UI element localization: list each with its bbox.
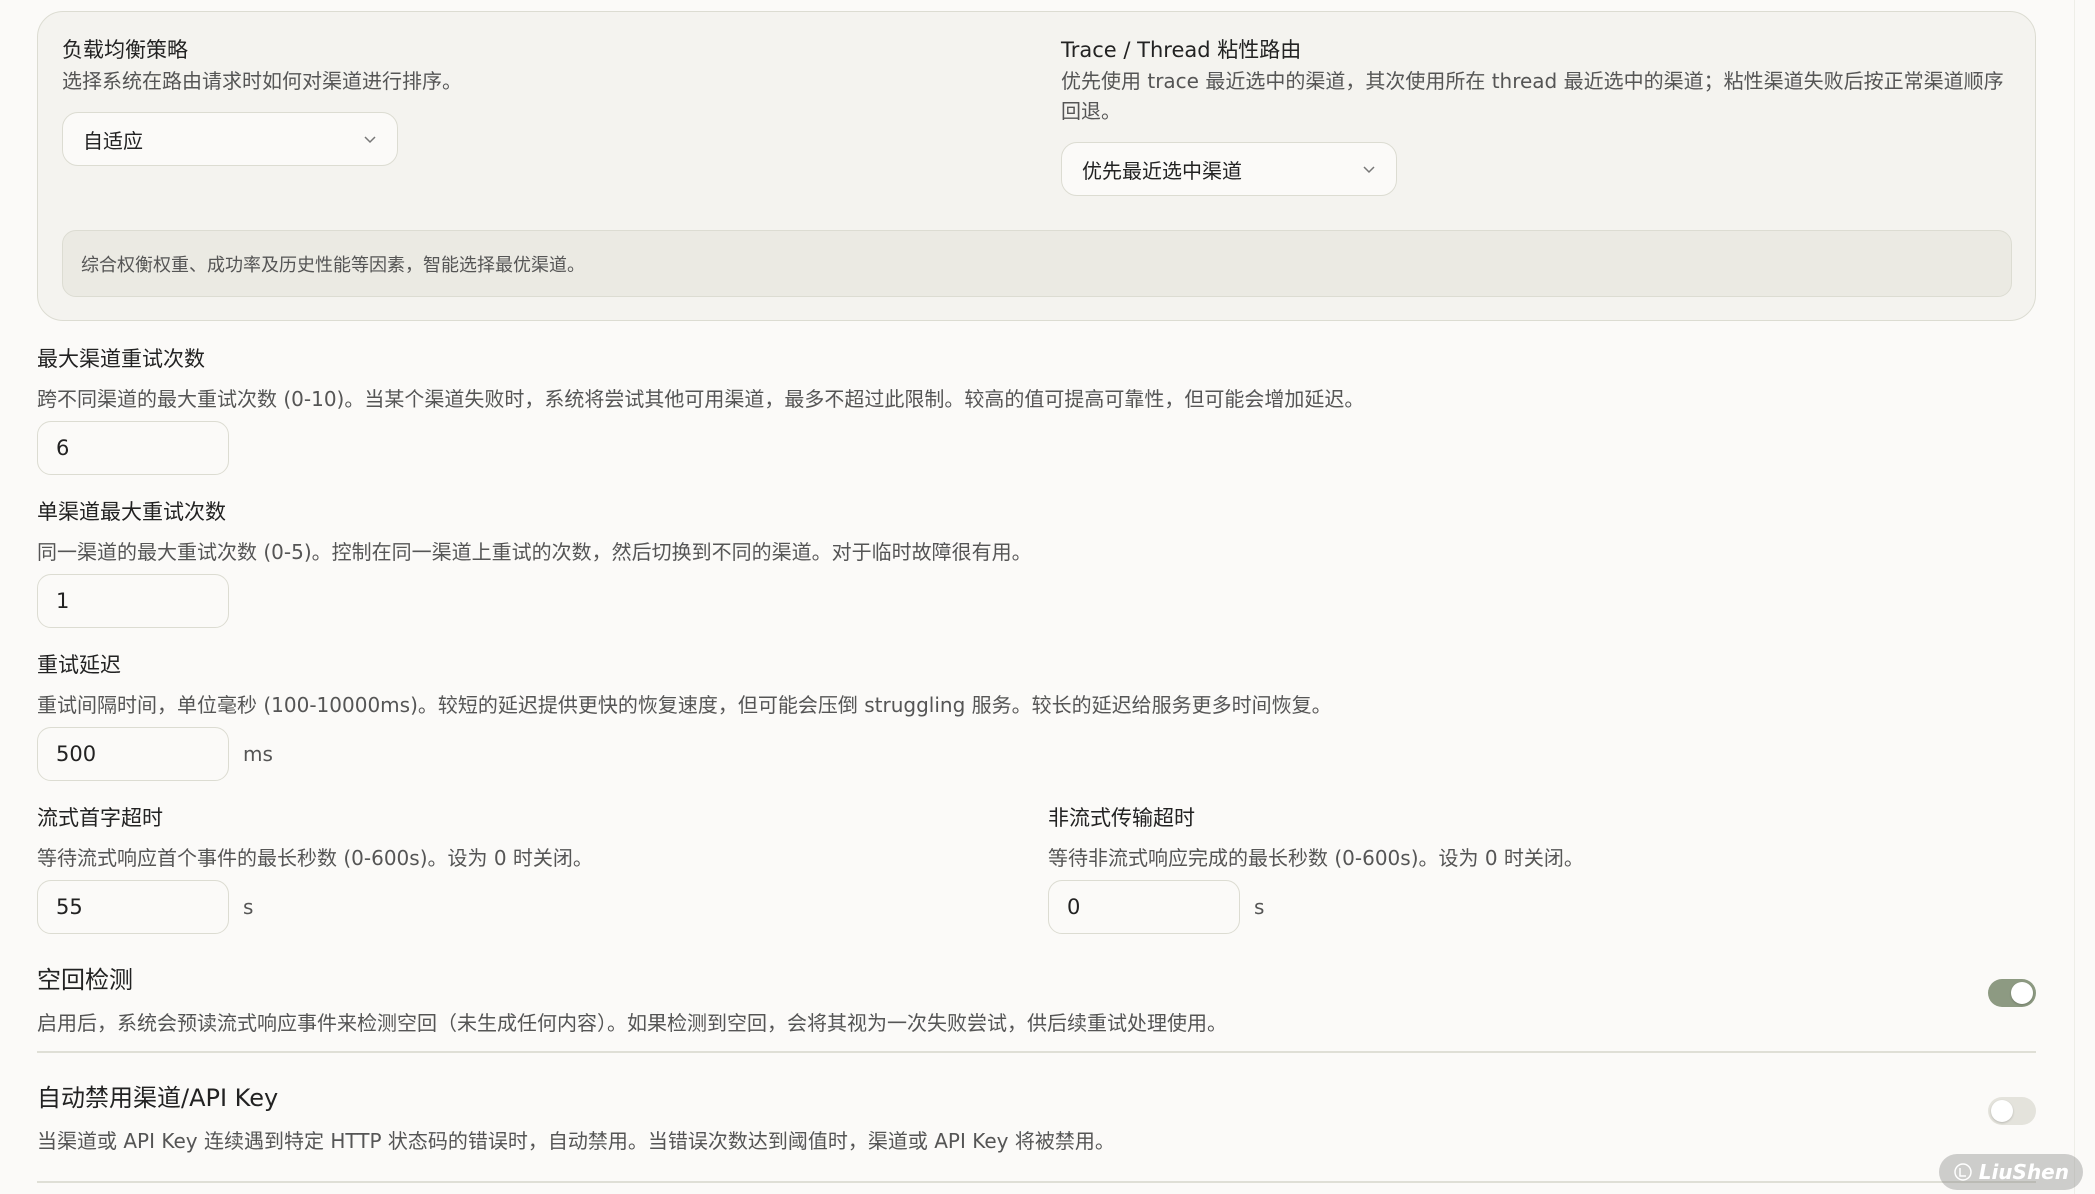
chevron-down-icon: [364, 136, 376, 144]
stream-timeout-unit: s: [243, 895, 254, 919]
auto-disable-toggle[interactable]: [1988, 1097, 2036, 1125]
max-channel-retries-input[interactable]: [37, 421, 229, 475]
non-stream-timeout-title: 非流式传输超时: [1048, 806, 1195, 830]
strategy-select-value: 自适应: [83, 128, 143, 153]
scrollbar-track[interactable]: [2074, 0, 2075, 1194]
auto-disable-title: 自动禁用渠道/API Key: [37, 1084, 279, 1112]
sticky-routing-desc: 优先使用 trace 最近选中的渠道，其次使用所在 thread 最近选中的渠道…: [1061, 69, 2004, 123]
watermark-logo-icon: [1953, 1163, 1972, 1181]
auto-disable-row: 自动禁用渠道/API Key 当渠道或 API Key 连续遇到特定 HTTP …: [37, 1078, 2036, 1154]
strategy-desc: 选择系统在路由请求时如何对渠道进行排序。: [62, 69, 462, 93]
auto-disable-desc: 当渠道或 API Key 连续遇到特定 HTTP 状态码的错误时，自动禁用。当错…: [37, 1129, 1115, 1153]
per-channel-retries-input-wrap: [37, 574, 229, 628]
empty-response-detection-row: 空回检测 启用后，系统会预读流式响应事件来检测空回（未生成任何内容）。如果检测到…: [37, 960, 2036, 1036]
retry-delay-field: 重试延迟 重试间隔时间，单位毫秒 (100-10000ms)。较短的延迟提供更快…: [37, 649, 1332, 718]
stream-timeout-input[interactable]: [37, 880, 229, 934]
stream-timeout-desc: 等待流式响应首个事件的最长秒数 (0-600s)。设为 0 时关闭。: [37, 846, 593, 870]
max-channel-retries-input-wrap: [37, 421, 229, 475]
retry-delay-unit: ms: [243, 742, 273, 766]
non-stream-timeout-unit: s: [1254, 895, 1265, 919]
retry-delay-input-wrap: ms: [37, 727, 273, 781]
retry-delay-desc: 重试间隔时间，单位毫秒 (100-10000ms)。较短的延迟提供更快的恢复速度…: [37, 693, 1332, 717]
stream-timeout-field: 流式首字超时 等待流式响应首个事件的最长秒数 (0-600s)。设为 0 时关闭…: [37, 802, 593, 871]
non-stream-timeout-input-wrap: s: [1048, 880, 1264, 934]
strategy-note: 综合权衡权重、成功率及历史性能等因素，智能选择最优渠道。: [62, 230, 2012, 297]
sticky-routing-title: Trace / Thread 粘性路由: [1061, 38, 1302, 62]
max-channel-retries-field: 最大渠道重试次数 跨不同渠道的最大重试次数 (0-10)。当某个渠道失败时，系统…: [37, 343, 1364, 412]
sticky-routing-select-value: 优先最近选中渠道: [1082, 158, 1242, 183]
empty-response-detection-title: 空回检测: [37, 966, 133, 994]
per-channel-retries-desc: 同一渠道的最大重试次数 (0-5)。控制在同一渠道上重试的次数，然后切换到不同的…: [37, 540, 1032, 564]
per-channel-retries-input[interactable]: [37, 574, 229, 628]
sticky-routing-select[interactable]: 优先最近选中渠道: [1061, 142, 1397, 196]
stream-timeout-input-wrap: s: [37, 880, 253, 934]
empty-response-detection-desc: 启用后，系统会预读流式响应事件来检测空回（未生成任何内容）。如果检测到空回，会将…: [37, 1011, 1227, 1035]
strategy-select[interactable]: 自适应: [62, 112, 398, 166]
retry-settings-page: 负载均衡策略 选择系统在路由请求时如何对渠道进行排序。 自适应 Trace / …: [0, 0, 2095, 1194]
retry-delay-input[interactable]: [37, 727, 229, 781]
strategy-title: 负载均衡策略: [62, 38, 188, 62]
load-balance-panel: 负载均衡策略 选择系统在路由请求时如何对渠道进行排序。 自适应 Trace / …: [37, 11, 2036, 321]
non-stream-timeout-desc: 等待非流式响应完成的最长秒数 (0-600s)。设为 0 时关闭。: [1048, 846, 1584, 870]
chevron-down-icon: [1363, 166, 1375, 174]
retry-delay-title: 重试延迟: [37, 653, 121, 677]
watermark: LiuShen: [1938, 1154, 2083, 1190]
watermark-text: LiuShen: [1978, 1160, 2069, 1184]
empty-response-detection-toggle[interactable]: [1988, 979, 2036, 1007]
non-stream-timeout-input[interactable]: [1048, 880, 1240, 934]
per-channel-retries-field: 单渠道最大重试次数 同一渠道的最大重试次数 (0-5)。控制在同一渠道上重试的次…: [37, 496, 1032, 565]
per-channel-retries-title: 单渠道最大重试次数: [37, 500, 226, 524]
section-divider: [37, 1181, 2036, 1183]
max-channel-retries-title: 最大渠道重试次数: [37, 347, 205, 371]
toggle-knob: [2011, 982, 2033, 1004]
max-channel-retries-desc: 跨不同渠道的最大重试次数 (0-10)。当某个渠道失败时，系统将尝试其他可用渠道…: [37, 387, 1365, 411]
section-divider: [37, 1051, 2036, 1053]
stream-timeout-title: 流式首字超时: [37, 806, 163, 830]
toggle-knob: [1991, 1100, 2013, 1122]
non-stream-timeout-field: 非流式传输超时 等待非流式响应完成的最长秒数 (0-600s)。设为 0 时关闭…: [1048, 802, 1584, 871]
